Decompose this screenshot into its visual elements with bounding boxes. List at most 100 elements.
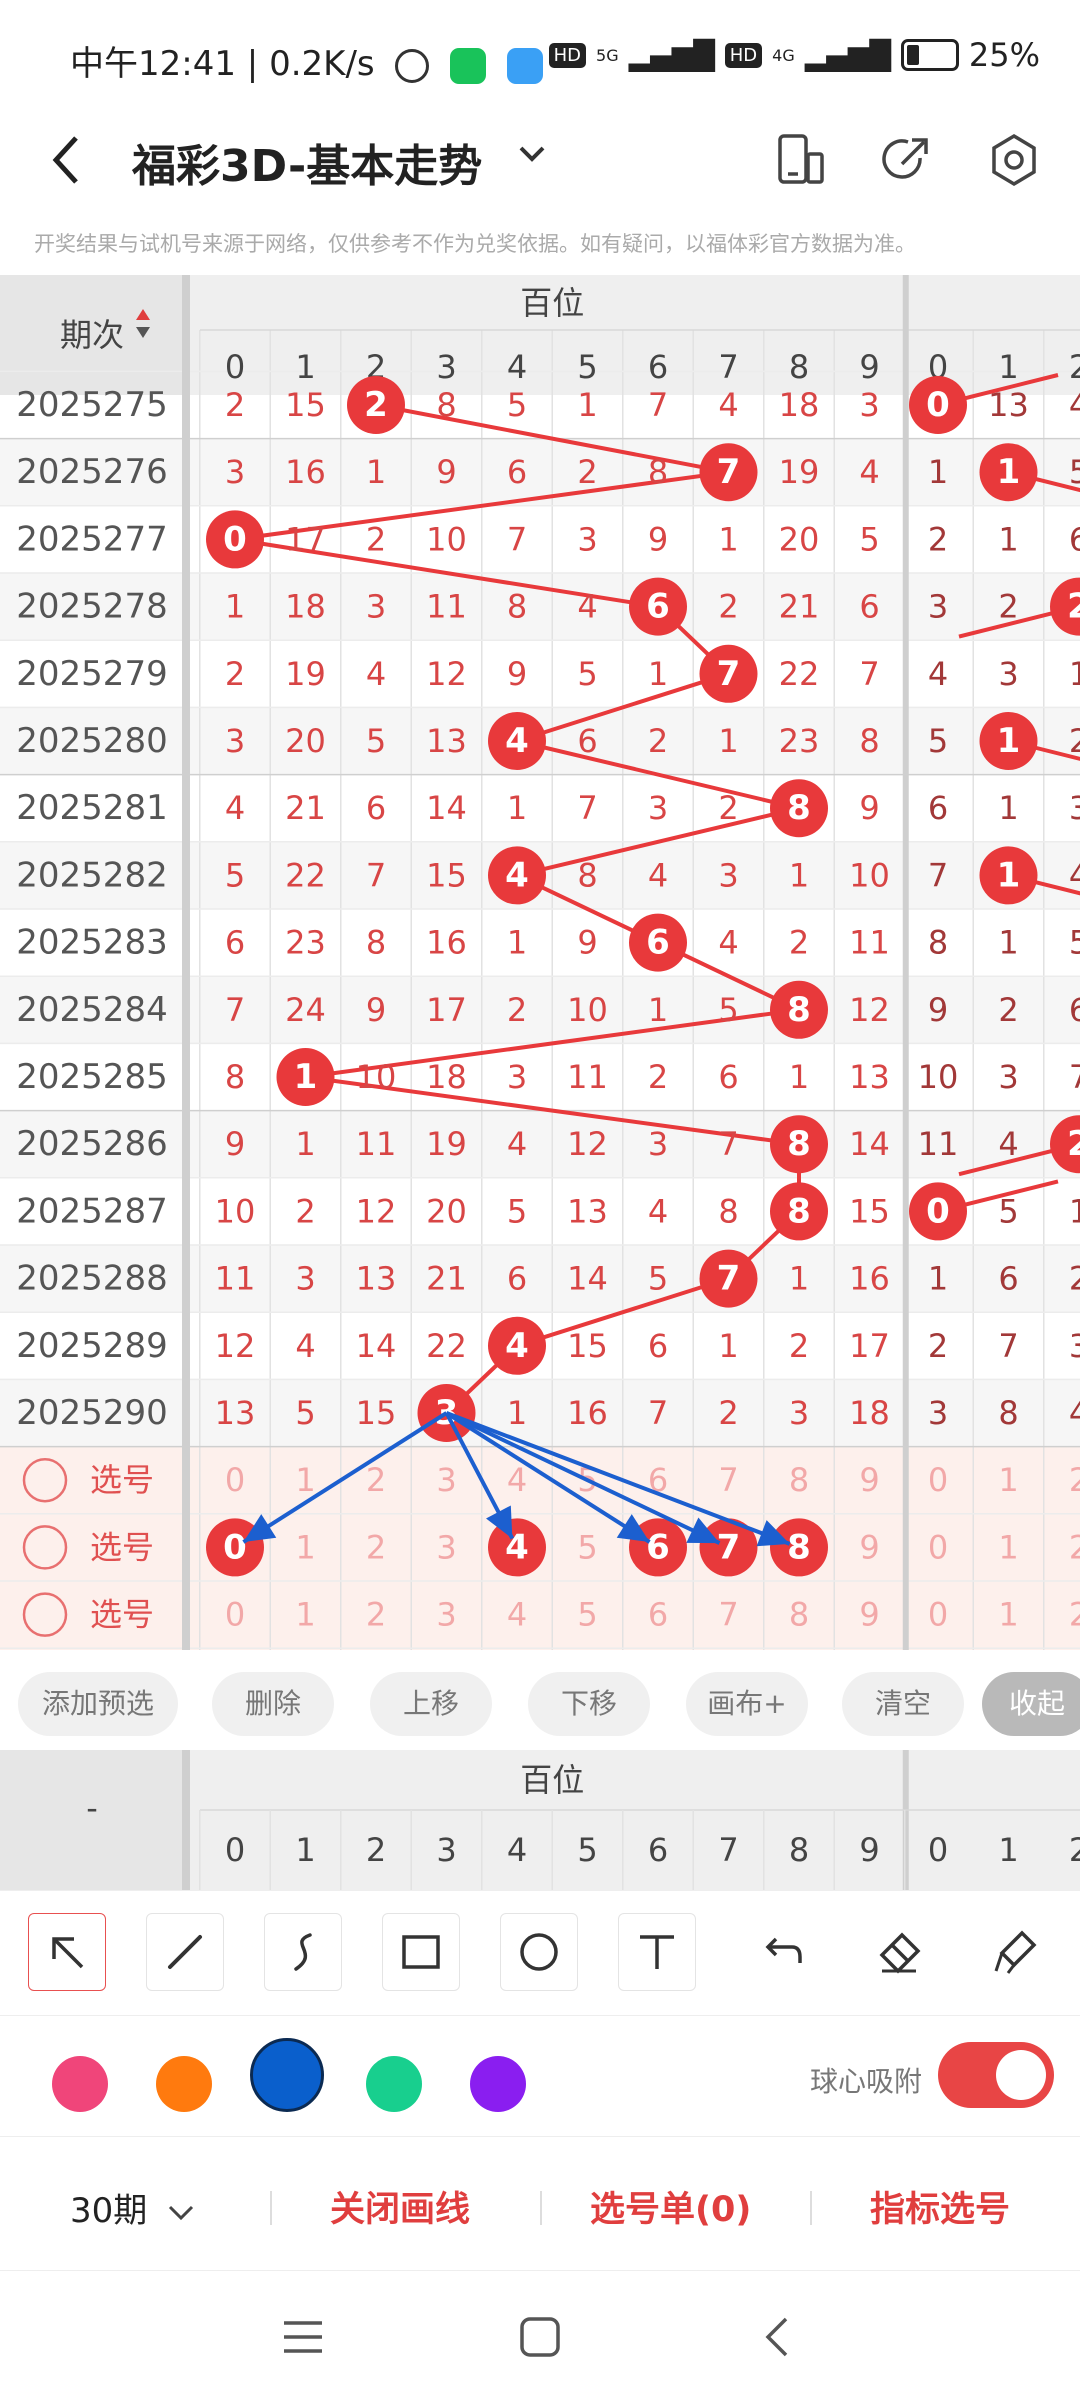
select-digit: 3 <box>436 1528 456 1566</box>
omission-cell: 23 <box>285 924 326 962</box>
delete-button[interactable]: 删除 <box>212 1672 334 1736</box>
omission-cell: 3 <box>648 1125 668 1163</box>
trend-chart[interactable]: 期次百位012345678901220252752152851741830134… <box>0 275 1080 1650</box>
snap-toggle[interactable] <box>938 2042 1054 2108</box>
lower-stats-table: -百位0123456789012 <box>0 1750 1080 1890</box>
clear-button[interactable]: 清空 <box>842 1672 964 1736</box>
omission-cell: 11 <box>849 924 890 962</box>
omission-cell: 10 <box>426 520 467 558</box>
color-swatch-green[interactable] <box>366 2056 422 2112</box>
omission-cell: 11 <box>918 1125 959 1163</box>
omission-cell: 3 <box>225 453 245 491</box>
column-separator <box>903 1750 909 1890</box>
color-swatch-orange[interactable] <box>156 2056 212 2112</box>
color-swatch-purple[interactable] <box>470 2056 526 2112</box>
text-icon <box>634 1929 680 1975</box>
battery-icon <box>901 39 959 71</box>
move-down-button[interactable]: 下移 <box>528 1672 650 1736</box>
selected-ball-number: 0 <box>223 1527 247 1567</box>
text-tool-button[interactable] <box>618 1913 696 1991</box>
rectangle-icon <box>398 1929 444 1975</box>
period-cell: 2025290 <box>16 1393 167 1433</box>
color-swatch-pink[interactable] <box>52 2056 108 2112</box>
omission-cell: 10 <box>918 1058 959 1096</box>
omission-cell: 8 <box>225 1058 245 1096</box>
back-button[interactable] <box>46 130 86 205</box>
add-preselect-button[interactable]: 添加预选 <box>18 1672 178 1736</box>
lower-table-header: -百位0123456789012 <box>0 1750 1080 1890</box>
draw-ball-number: 1 <box>997 721 1021 761</box>
share-button[interactable] <box>876 130 936 190</box>
toggle-knob <box>996 2050 1046 2100</box>
clear-canvas-button[interactable] <box>976 1913 1054 1991</box>
collapse-button[interactable]: 收起 <box>982 1672 1080 1736</box>
omission-cell: 3 <box>928 1394 948 1432</box>
omission-cell: 4 <box>998 1125 1018 1163</box>
canvas-plus-button[interactable]: 画布+ <box>686 1672 808 1736</box>
pointer-tool-button[interactable] <box>28 1913 106 1991</box>
selected-ball-number: 8 <box>787 1527 811 1567</box>
select-digit: 1 <box>295 1461 315 1499</box>
omission-cell: 3 <box>507 1058 527 1096</box>
omission-cell: 3 <box>295 1260 315 1298</box>
period-cell: 2025289 <box>16 1326 167 1366</box>
indicator-select-button[interactable]: 指标选号 <box>870 2181 1010 2232</box>
omission-cell: 10 <box>215 1192 256 1230</box>
select-digit: 3 <box>436 1596 456 1634</box>
omission-cell: 1 <box>507 789 527 827</box>
omission-cell: 1 <box>507 1394 527 1432</box>
lower-digit-header: 7 <box>718 1831 738 1869</box>
draw-ball-number: 8 <box>787 1124 811 1164</box>
back-nav-icon[interactable] <box>762 2315 792 2359</box>
omission-cell: 7 <box>718 1125 738 1163</box>
move-up-button[interactable]: 上移 <box>370 1672 492 1736</box>
omission-cell: 14 <box>356 1327 397 1365</box>
omission-cell: 10 <box>849 856 890 894</box>
omission-cell: 16 <box>567 1394 608 1432</box>
clear-canvas-icon <box>992 1929 1038 1975</box>
omission-cell: 17 <box>849 1327 890 1365</box>
page-title[interactable]: 福彩3D-基本走势 <box>132 130 482 194</box>
settings-button[interactable] <box>984 130 1044 190</box>
omission-cell: 13 <box>215 1394 256 1432</box>
undo-button[interactable] <box>742 1913 820 1991</box>
phone-layout-button[interactable] <box>770 130 830 190</box>
draw-ball-number: 4 <box>505 855 529 895</box>
omission-cell: 1 <box>1069 1192 1080 1230</box>
omission-cell: 5 <box>718 991 738 1029</box>
digit-column-header: 2 <box>1069 348 1080 386</box>
omission-cell: 1 <box>718 722 738 760</box>
lower-digit-header: 5 <box>577 1831 597 1869</box>
omission-cell: 1 <box>718 1327 738 1365</box>
draw-ball-number: 7 <box>717 1259 741 1299</box>
omission-cell: 1 <box>507 924 527 962</box>
omission-cell: 2 <box>366 520 386 558</box>
column-separator <box>182 275 190 1650</box>
omission-cell: 12 <box>356 1192 397 1230</box>
rectangle-tool-button[interactable] <box>382 1913 460 1991</box>
draw-ball-number: 2 <box>1067 587 1080 627</box>
omission-cell: 13 <box>567 1192 608 1230</box>
trend-chart-canvas[interactable]: 期次百位012345678901220252752152851741830134… <box>0 275 1080 1650</box>
omission-cell: 2 <box>998 588 1018 626</box>
select-digit: 4 <box>507 1596 527 1634</box>
omission-cell: 5 <box>859 520 879 558</box>
period-selector[interactable]: 30期 <box>70 2183 196 2232</box>
omission-cell: 3 <box>1069 1327 1080 1365</box>
select-digit: 7 <box>718 1461 738 1499</box>
circle-tool-button[interactable] <box>500 1913 578 1991</box>
selection-list-button[interactable]: 选号单(0) <box>590 2181 751 2232</box>
chevron-down-icon <box>515 136 549 170</box>
eraser-button[interactable] <box>860 1913 938 1991</box>
color-swatch-blue[interactable] <box>250 2038 324 2112</box>
menu-icon[interactable] <box>282 2317 324 2357</box>
curve-tool-button[interactable] <box>264 1913 342 1991</box>
close-lines-button[interactable]: 关闭画线 <box>330 2181 470 2232</box>
omission-cell: 6 <box>366 789 386 827</box>
lower-digit-header: 0 <box>225 1831 245 1869</box>
circle-icon <box>516 1929 562 1975</box>
line-tool-button[interactable] <box>146 1913 224 1991</box>
select-digit: 9 <box>859 1528 879 1566</box>
home-icon[interactable] <box>518 2315 562 2359</box>
title-dropdown[interactable] <box>515 136 549 179</box>
